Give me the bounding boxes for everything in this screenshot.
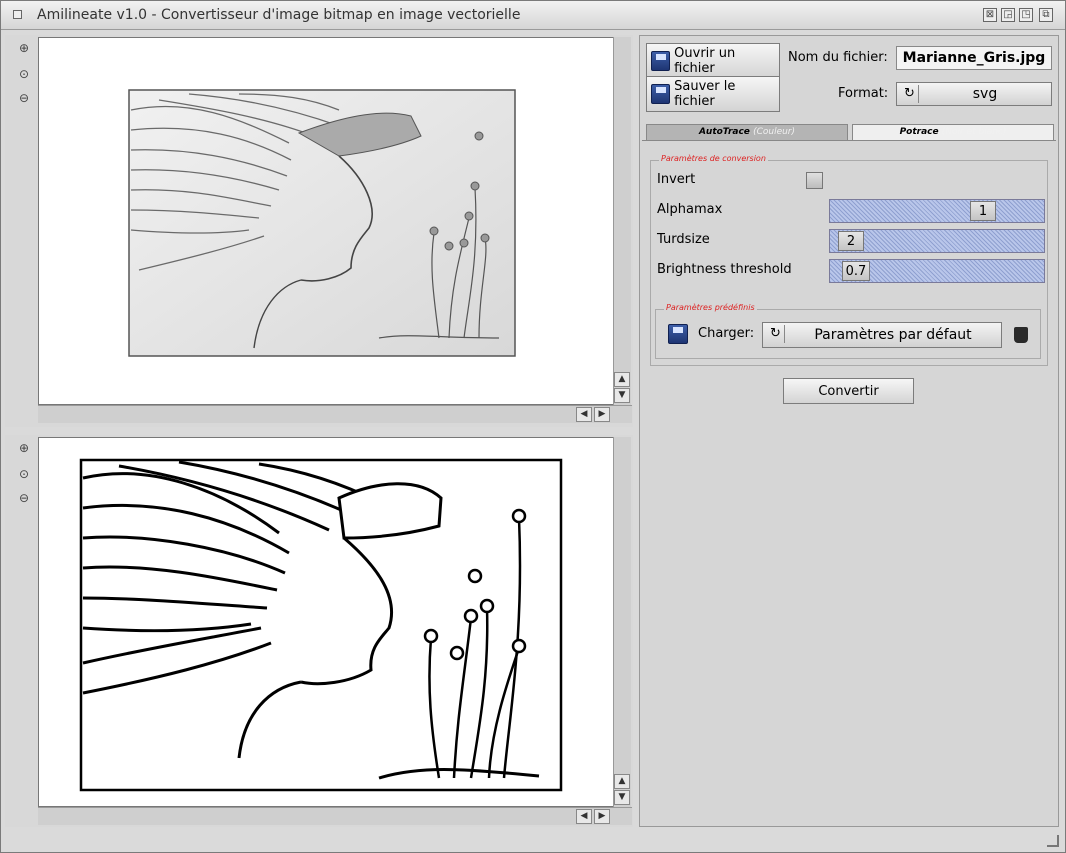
presets-group: Paramètres prédéfinis Charger: ↻ Paramèt… xyxy=(655,303,1041,359)
zoom-reset-icon[interactable]: ⊙ xyxy=(17,467,31,481)
scroll-right-icon[interactable]: ▶ xyxy=(594,407,610,422)
open-disk-icon xyxy=(651,51,671,71)
tab-autotrace[interactable]: AutoTrace (Couleur) xyxy=(646,124,848,140)
delete-preset-icon[interactable] xyxy=(1014,327,1028,343)
filename-field: Marianne_Gris.jpg xyxy=(896,46,1052,70)
open-file-label: Ouvrir un fichier xyxy=(674,46,736,76)
format-select[interactable]: ↻ svg xyxy=(896,82,1052,106)
resize-icon[interactable]: ◲ xyxy=(1001,8,1015,22)
tab-potrace-label: Potrace xyxy=(899,127,939,137)
cycle-icon: ↻ xyxy=(767,325,785,343)
invert-label: Invert xyxy=(657,172,696,187)
iconify-icon[interactable]: ⊠ xyxy=(983,8,997,22)
tab-autotrace-sub: (Couleur) xyxy=(753,127,796,137)
alphamax-label: Alphamax xyxy=(657,202,723,217)
preset-select[interactable]: ↻ Paramètres par défaut xyxy=(762,322,1002,348)
source-viewer: ⊕ ⊙ ⊖ ▲ ▼ ◀ ▶ xyxy=(5,35,633,427)
result-viewer: ⊕ ⊙ ⊖ ▲ ▼ ◀ ▶ xyxy=(5,435,633,827)
save-file-label: Sauver le fichier xyxy=(674,79,736,109)
alphamax-knob[interactable]: 1 xyxy=(970,201,996,221)
window-title: Amilineate v1.0 - Convertisseur d'image … xyxy=(37,7,521,23)
resize-grip-icon[interactable] xyxy=(1047,835,1059,847)
zoom-in-icon[interactable]: ⊕ xyxy=(17,41,31,55)
app-window: Amilineate v1.0 - Convertisseur d'image … xyxy=(0,0,1066,853)
tab-potrace-sub: (Noir et blanc) xyxy=(941,127,1007,137)
conversion-legend: Paramètres de conversion xyxy=(659,154,768,163)
scroll-up-icon[interactable]: ▲ xyxy=(614,774,630,789)
zoom-in-icon[interactable]: ⊕ xyxy=(17,441,31,455)
preset-disk-icon[interactable] xyxy=(668,324,688,344)
brightness-slider[interactable]: 0.7 xyxy=(829,259,1045,283)
format-value: svg xyxy=(972,86,998,102)
load-label: Charger: xyxy=(698,326,755,341)
zoom-out-icon[interactable]: ⊖ xyxy=(17,91,31,105)
format-label: Format: xyxy=(838,86,889,101)
result-image-canvas xyxy=(38,437,614,807)
tab-autotrace-label: AutoTrace xyxy=(698,127,750,137)
scroll-left-icon[interactable]: ◀ xyxy=(576,407,592,422)
brightness-label: Brightness threshold xyxy=(657,262,792,277)
settings-panel: Ouvrir un fichier Sauver le fichier Nom … xyxy=(639,35,1059,827)
convert-button[interactable]: Convertir xyxy=(783,378,914,404)
scroll-down-icon[interactable]: ▼ xyxy=(614,388,630,403)
scroll-left-icon[interactable]: ◀ xyxy=(576,809,592,824)
result-hscrollbar[interactable]: ◀ ▶ xyxy=(38,807,632,825)
brightness-knob[interactable]: 0.7 xyxy=(842,261,870,281)
save-disk-icon xyxy=(651,84,671,104)
alphamax-slider[interactable]: 1 xyxy=(829,199,1045,223)
result-vscrollbar[interactable]: ▲ ▼ xyxy=(613,437,631,807)
turdsize-slider[interactable]: 2 xyxy=(829,229,1045,253)
source-image xyxy=(128,89,516,357)
zoom-window-icon[interactable]: ◳ xyxy=(1019,8,1033,22)
scroll-up-icon[interactable]: ▲ xyxy=(614,372,630,387)
turdsize-knob[interactable]: 2 xyxy=(838,231,864,251)
preset-value: Paramètres par défaut xyxy=(814,327,972,343)
conversion-group: Paramètres de conversion Invert Alphamax… xyxy=(650,154,1048,366)
tab-potrace[interactable]: Potrace (Noir et blanc) xyxy=(852,124,1054,140)
open-file-button[interactable]: Ouvrir un fichier xyxy=(646,43,780,79)
invert-checkbox[interactable] xyxy=(806,172,823,189)
convert-label: Convertir xyxy=(818,383,879,399)
zoom-reset-icon[interactable]: ⊙ xyxy=(17,67,31,81)
presets-legend: Paramètres prédéfinis xyxy=(664,303,757,312)
source-vscrollbar[interactable]: ▲ ▼ xyxy=(613,37,631,405)
title-bar[interactable]: Amilineate v1.0 - Convertisseur d'image … xyxy=(1,1,1065,30)
filename-label: Nom du fichier: xyxy=(788,50,888,65)
zoom-out-icon[interactable]: ⊖ xyxy=(17,491,31,505)
source-image-canvas xyxy=(38,37,614,405)
close-icon[interactable] xyxy=(13,10,22,19)
result-image xyxy=(79,458,563,792)
tab-divider xyxy=(642,140,1056,141)
scroll-down-icon[interactable]: ▼ xyxy=(614,790,630,805)
save-file-button[interactable]: Sauver le fichier xyxy=(646,76,780,112)
source-hscrollbar[interactable]: ◀ ▶ xyxy=(38,405,632,423)
turdsize-label: Turdsize xyxy=(657,232,710,247)
scroll-right-icon[interactable]: ▶ xyxy=(594,809,610,824)
cycle-icon: ↻ xyxy=(901,85,919,103)
depth-icon[interactable]: ⧉ xyxy=(1039,8,1053,22)
